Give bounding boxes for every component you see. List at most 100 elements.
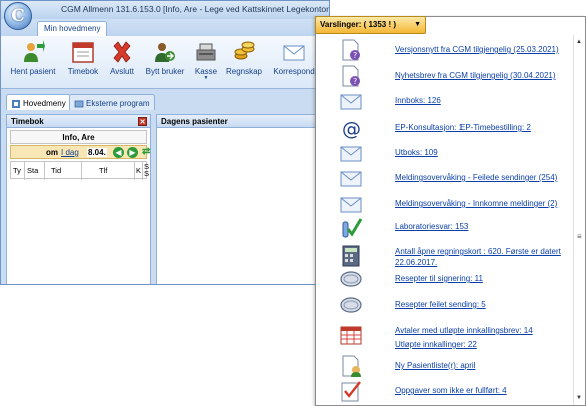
at-sign-icon: @ — [342, 118, 361, 139]
document-question-icon: ? — [342, 65, 360, 87]
notification-link[interactable]: EP-Konsultasjon: 1 — [395, 123, 463, 132]
notifications-button-label: Varslinger: ( 1353 ! ) — [320, 20, 397, 29]
avslutt-label: Avslutt — [110, 67, 134, 76]
notification-link[interactable]: Resepter feilet sending: 5 — [395, 300, 486, 309]
close-x-icon — [113, 41, 131, 63]
application-orb-button[interactable]: C — [4, 2, 32, 30]
envelope-icon — [340, 171, 362, 187]
i-dag-link[interactable]: I dag — [61, 148, 79, 157]
notification-item: Resepter til signering: 11 — [340, 268, 572, 290]
switch-user-icon — [155, 43, 175, 62]
patient-list-icon — [342, 355, 361, 377]
calendar-icon — [72, 42, 94, 63]
timebok-pane-title: Timebok — [11, 117, 44, 126]
svg-text:?: ? — [353, 51, 357, 60]
notification-link[interactable]: Antall åpne regningskort : 620. Første e… — [395, 246, 573, 268]
envelope-icon — [340, 197, 362, 213]
notification-item: ? Nyhetsbrev fra CGM tilgjengelig (30.04… — [340, 65, 572, 87]
notification-item: Innboks: 126 — [340, 90, 572, 112]
notification-link[interactable]: Avtaler med utløpte innkallingsbrev: 14 — [395, 325, 533, 336]
ribbon: Hent pasient Timebok Avslutt Bytt bruker… — [1, 36, 329, 89]
dagens-pasienter-header: Dagens pasienter — [157, 115, 329, 128]
svg-text:@: @ — [342, 118, 361, 139]
document-question-icon: ? — [342, 39, 360, 61]
timebok-column-header: Ty Sta Tid Tlf K S S — [10, 161, 150, 180]
refresh-icon[interactable]: ⇄ — [142, 146, 150, 157]
column-phone[interactable]: Tlf — [99, 166, 107, 175]
tab-eksterne-program-label: Eksterne program — [86, 99, 150, 108]
avslutt-button[interactable]: Avslutt — [105, 40, 139, 86]
scroll-down-arrow-icon[interactable]: ▼ — [576, 395, 582, 401]
tab-hovedmeny[interactable]: Hovedmeny — [6, 94, 71, 110]
notification-link[interactable]: Laboratoriesvar: 153 — [395, 222, 468, 231]
notification-link[interactable]: Oppgaver som ikke er fullført: 4 — [395, 386, 507, 395]
calculator-icon — [342, 245, 360, 267]
timebok-pane: Timebok ✕ Info, Are om I dag 8.04. ◀ ▶ ⇄… — [6, 114, 151, 284]
notifications-button[interactable]: Varslinger: ( 1353 ! ) ▼ — [315, 16, 426, 34]
bytt-bruker-button[interactable]: Bytt bruker — [141, 40, 189, 86]
timebok-label: Timebok — [67, 67, 99, 76]
lab-checkmark-icon — [342, 218, 362, 238]
column-status[interactable]: Sta — [27, 166, 38, 175]
notification-link[interactable]: Utløpte innkallinger: 22 — [395, 339, 477, 350]
timebok-button[interactable]: Timebok — [63, 40, 103, 86]
ribbon-tab-min-hovedmeny[interactable]: Min hovedmeny — [37, 21, 108, 36]
notification-scrollbar[interactable]: ▲ ≡ ▼ — [573, 35, 585, 405]
timebok-pane-header: Timebok ✕ — [7, 115, 150, 128]
timebok-user[interactable]: Info, Are — [10, 130, 147, 144]
regnskap-button[interactable]: Regnskap — [223, 40, 265, 86]
column-s[interactable]: S S — [144, 163, 150, 178]
pill-icon — [340, 297, 362, 313]
notification-item: ? Versjonsnytt fra CGM tilgjengelig (25.… — [340, 39, 572, 61]
korrespondanse-label: Korrespond — [273, 67, 315, 76]
day-navigation-bar: om I dag 8.04. ◀ ▶ ⇄ — [10, 145, 150, 159]
checklist-icon — [341, 381, 361, 402]
kasse-dropdown-chevron-icon[interactable]: ▼ — [191, 76, 221, 81]
notification-item: Ny Pasientliste(r): april — [340, 355, 572, 377]
coins-icon — [234, 41, 255, 60]
tab-eksterne-program[interactable]: Eksterne program — [69, 94, 155, 110]
person-arrow-icon — [24, 40, 45, 62]
screen: CGM Allmenn 131.6.153.0 [Info, Are - Leg… — [0, 0, 586, 406]
notification-item: Resepter feilet sending: 5 — [340, 294, 572, 316]
om-label: om — [46, 148, 58, 157]
notification-item: Meldingsovervåking - Innkomne meldinger … — [340, 193, 572, 215]
notification-link[interactable]: Innboks: 126 — [395, 96, 441, 105]
hent-pasient-button[interactable]: Hent pasient — [7, 40, 59, 86]
notification-link[interactable]: Utboks: 109 — [395, 148, 438, 157]
close-icon[interactable]: ✕ — [138, 117, 147, 126]
column-k[interactable]: K — [136, 166, 141, 175]
notification-link[interactable]: Meldingsovervåking - Innkomne meldinger … — [395, 199, 557, 208]
notification-item: @ EP-Konsultasjon: 1 EP-Timebestilling: … — [340, 117, 572, 139]
notification-link[interactable]: EP-Timebestilling: 2 — [460, 123, 531, 132]
scroll-grip-icon[interactable]: ≡ — [577, 232, 582, 241]
korrespondanse-button[interactable]: Korrespond — [269, 40, 319, 86]
title-bar[interactable]: CGM Allmenn 131.6.153.0 [Info, Are - Leg… — [1, 1, 330, 19]
bytt-bruker-label: Bytt bruker — [145, 67, 185, 76]
column-type[interactable]: Ty — [13, 166, 21, 175]
date-field[interactable]: 8.04. — [87, 148, 107, 157]
notification-link[interactable]: Resepter til signering: 11 — [395, 274, 483, 283]
svg-text:?: ? — [353, 77, 357, 86]
next-day-icon[interactable]: ▶ — [127, 147, 138, 158]
column-time[interactable]: Tid — [51, 166, 61, 175]
kasse-button[interactable]: Kasse ▼ — [191, 40, 221, 86]
notification-item: Meldingsovervåking - Feilede sendinger (… — [340, 167, 572, 189]
notification-link[interactable]: Versjonsnytt fra CGM tilgjengelig (25.03… — [395, 45, 559, 54]
pill-icon — [340, 271, 362, 287]
main-window: CGM Allmenn 131.6.153.0 [Info, Are - Leg… — [0, 0, 330, 285]
notification-link[interactable]: Ny Pasientliste(r): april — [395, 361, 475, 370]
hent-pasient-label: Hent pasient — [10, 67, 56, 76]
notification-link[interactable]: Meldingsovervåking - Feilede sendinger (… — [395, 173, 557, 182]
regnskap-label: Regnskap — [225, 67, 263, 76]
notification-item: Laboratoriesvar: 153 — [340, 216, 572, 238]
window-title: CGM Allmenn 131.6.153.0 [Info, Are - Leg… — [61, 4, 330, 14]
notification-link[interactable]: Nyhetsbrev fra CGM tilgjengelig (30.04.2… — [395, 71, 556, 80]
notifications-dropdown-chevron-icon: ▼ — [414, 21, 421, 28]
previous-day-icon[interactable]: ◀ — [113, 147, 124, 158]
scroll-up-arrow-icon[interactable]: ▲ — [576, 39, 582, 45]
home-icon — [12, 99, 20, 108]
dagens-pasienter-pane: Dagens pasienter — [156, 114, 329, 284]
orb-letter: C — [11, 6, 25, 26]
calendar-grid-icon — [340, 326, 362, 345]
